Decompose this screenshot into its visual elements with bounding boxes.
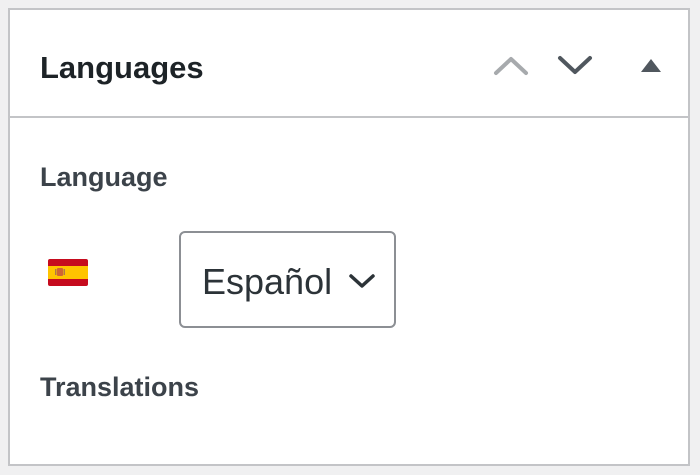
chevron-down-icon (349, 274, 375, 288)
languages-panel: Languages Language Español Translations (8, 8, 690, 466)
chevron-down-icon (558, 56, 592, 74)
chevron-up-icon (494, 57, 528, 75)
language-select-value: Español (202, 261, 333, 302)
move-up-button[interactable] (486, 40, 536, 90)
spain-flag-icon (48, 259, 88, 286)
language-label: Language (40, 162, 168, 192)
move-down-button[interactable] (550, 40, 600, 90)
triangle-up-icon (641, 59, 661, 72)
translations-label: Translations (40, 372, 200, 402)
panel-header: Languages (10, 10, 688, 118)
panel-title: Languages (40, 50, 204, 85)
language-select[interactable]: Español (179, 231, 396, 328)
toggle-panel-button[interactable] (626, 40, 676, 90)
